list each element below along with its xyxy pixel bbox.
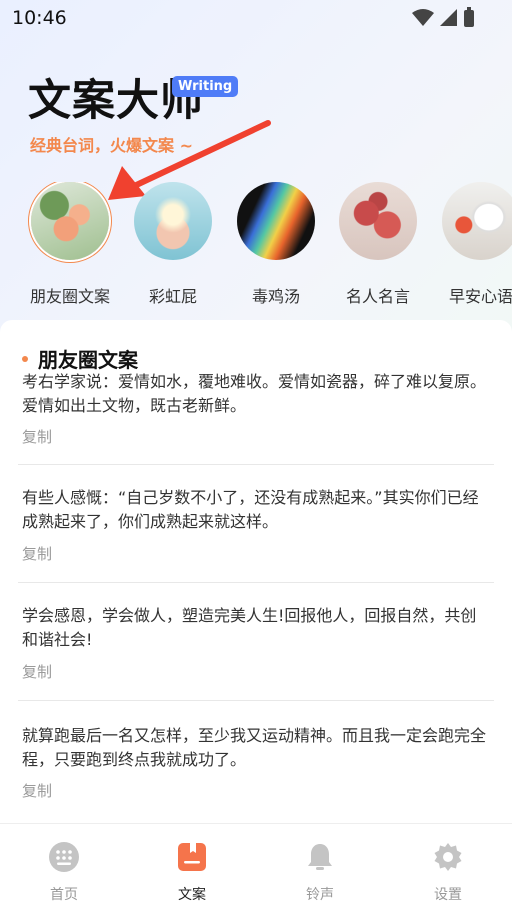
prism-image [237, 182, 315, 260]
section-title-text: 朋友圈文案 [38, 348, 138, 372]
category-item-morning[interactable]: 早安心语 [433, 182, 512, 307]
category-label: 早安心语 [448, 287, 512, 306]
carnations-image [339, 182, 417, 260]
category-label: 朋友圈文案 [29, 287, 110, 306]
signal-icon [440, 9, 457, 26]
category-item-quotes[interactable]: 名人名言 [330, 182, 426, 307]
copy-button[interactable]: 复制 [22, 426, 52, 447]
home-grid-icon [49, 842, 79, 872]
category-label: 彩虹屁 [148, 287, 197, 306]
document-icon [178, 843, 206, 871]
copy-button[interactable]: 复制 [22, 661, 52, 682]
bell-icon [308, 844, 332, 870]
tab-copywriting[interactable]: 文案 [128, 842, 256, 904]
accent-dot [22, 355, 28, 362]
tab-label: 设置 [434, 887, 462, 903]
section-title: 朋友圈文案 [22, 344, 138, 373]
divider [18, 464, 494, 465]
category-label: 名人名言 [345, 287, 410, 306]
tab-label: 文案 [178, 887, 206, 903]
hands-sparkle-image [134, 182, 212, 260]
gear-icon [434, 843, 462, 871]
category-label: 毒鸡汤 [251, 287, 300, 306]
copy-button[interactable]: 复制 [22, 780, 52, 801]
content-card: 朋友圈文案 考右学家说：爱情如水，覆地难收。爱情如瓷器，碎了难以复原。爱情如出土… [0, 320, 512, 823]
item-text: 有些人感慨：“自己岁数不小了，还没有成熟起来。”其实你们已经成熟起来了，你们成熟… [22, 488, 479, 531]
category-item-poison-soup[interactable]: 毒鸡汤 [228, 182, 324, 307]
category-row: 朋友圈文案 彩虹屁 毒鸡汤 名人名言 早安心语 [0, 182, 512, 312]
battery-icon [464, 6, 474, 27]
tab-settings[interactable]: 设置 [384, 842, 512, 904]
tab-ringtones[interactable]: 铃声 [256, 842, 384, 904]
writing-badge: Writing [172, 76, 239, 97]
copy-button[interactable]: 复制 [22, 543, 52, 564]
category-item-rainbow-fart[interactable]: 彩虹屁 [125, 182, 221, 307]
bottom-tab-bar: 首页 文案 铃声 设置 [0, 823, 512, 910]
item-text: 就算跑最后一名又怎样，至少我又运动精神。而且我一定会跑完全程，只要跑到终点我就成… [22, 726, 487, 769]
wifi-icon [412, 9, 434, 26]
roses-image [31, 182, 109, 260]
coffee-tulip-image [442, 182, 512, 260]
tab-label: 铃声 [306, 887, 334, 903]
tab-label: 首页 [50, 887, 78, 903]
status-time: 10:46 [12, 7, 67, 29]
status-bar: 10:46 [0, 0, 512, 36]
tab-home[interactable]: 首页 [0, 842, 128, 904]
status-icons [412, 6, 474, 27]
divider [18, 700, 494, 701]
item-text: 考右学家说：爱情如水，覆地难收。爱情如瓷器，碎了难以复原。爱情如出土文物，既古老… [22, 372, 487, 415]
item-text: 学会感恩，学会做人，塑造完美人生!回报他人，回报自然，共创和谐社会! [22, 606, 477, 649]
category-item-moments[interactable]: 朋友圈文案 [22, 182, 118, 307]
divider [18, 582, 494, 583]
